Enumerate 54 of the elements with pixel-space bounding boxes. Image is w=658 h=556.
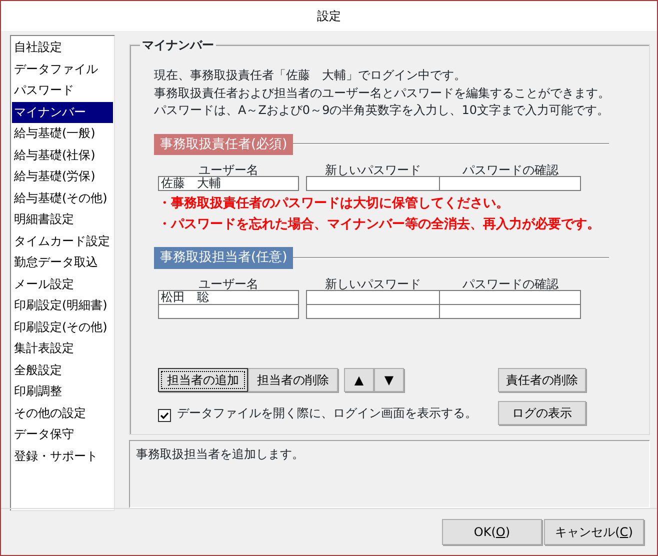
username-field[interactable] <box>158 304 299 318</box>
sidebar-item[interactable]: データファイル <box>12 58 113 80</box>
sidebar-item[interactable]: 集計表設定 <box>12 338 113 360</box>
column-header: ユーザー名 <box>198 276 260 290</box>
description-text: 事務取扱責任者および担当者のユーザー名とパスワードを編集することができます。 <box>154 84 611 102</box>
sidebar-item[interactable]: 明細書設定 <box>12 209 113 230</box>
sidebar-item[interactable]: その他の設定 <box>12 402 113 424</box>
sidebar-item[interactable]: データ保守 <box>12 424 113 446</box>
sidebar-item[interactable]: 給与基礎(一般) <box>12 123 113 144</box>
move-up-button[interactable]: ▲ <box>344 368 374 392</box>
warning-text: ・パスワードを忘れた場合、マイナンバー等の全消去、再入力が必要です。 <box>158 216 601 233</box>
sidebar-item[interactable]: 印刷設定(明細書) <box>12 295 113 316</box>
description-text: パスワードは、A～Zおよび0～9の半角英数字を入力し、10文字まで入力可能です。 <box>154 102 610 119</box>
ok-button[interactable]: OK(O) <box>442 519 542 545</box>
delete-manager-button[interactable]: 責任者の削除 <box>498 368 586 392</box>
description-text: 現在、事務取扱責任者「佐藤 大輔」でログイン中です。 <box>154 67 467 84</box>
sidebar-item[interactable]: メール設定 <box>12 274 113 295</box>
password-field[interactable] <box>306 176 440 191</box>
sidebar-item[interactable]: 給与基礎(その他) <box>12 188 113 209</box>
sidebar-item[interactable]: 給与基礎(社保) <box>12 144 113 166</box>
username-field[interactable]: 松田 聡 <box>158 290 299 304</box>
checkbox-label: データファイルを開く際に、ログイン画面を表示する。 <box>177 404 477 422</box>
sidebar-item[interactable]: 全般設定 <box>12 360 113 381</box>
password-field[interactable] <box>440 304 581 318</box>
sidebar-item[interactable]: 印刷設定(その他) <box>12 316 113 338</box>
status-text: 事務取扱担当者を追加します。 <box>136 447 304 462</box>
column-header: 新しいパスワード <box>324 276 422 290</box>
password-field[interactable] <box>306 304 440 318</box>
column-header: 新しいパスワード <box>324 162 422 177</box>
window-title: 設定 <box>317 8 341 25</box>
cancel-button[interactable]: キャンセル(C) <box>544 519 644 545</box>
section-header: 事務取扱担当者(任意) <box>154 247 294 268</box>
column-header: パスワードの確認 <box>462 162 560 177</box>
sidebar-item[interactable]: 給与基礎(労保) <box>12 166 113 188</box>
delete-staff-button[interactable]: 担当者の削除 <box>248 368 338 392</box>
sidebar-item[interactable]: 印刷調整 <box>12 381 113 402</box>
password-field[interactable] <box>440 290 581 304</box>
sidebar-item[interactable]: タイムカード設定 <box>12 230 113 252</box>
sidebar-item[interactable]: パスワード <box>12 80 113 102</box>
warning-text: ・事務取扱責任者のパスワードは大切に保管してください。 <box>158 195 510 212</box>
sidebar-item[interactable]: 勤怠データ取込 <box>12 252 113 274</box>
password-field[interactable] <box>440 176 581 191</box>
add-staff-button[interactable]: 担当者の追加 <box>158 368 248 392</box>
sidebar-item[interactable]: マイナンバー <box>12 102 113 123</box>
sidebar-item[interactable]: 自社設定 <box>12 37 113 58</box>
move-down-button[interactable]: ▼ <box>374 368 404 392</box>
section-header: 事務取扱責任者(必須) <box>154 134 294 155</box>
username-field[interactable]: 佐藤 大輔 <box>158 176 299 191</box>
checkbox[interactable] <box>158 406 171 419</box>
column-header: パスワードの確認 <box>462 276 560 290</box>
column-header: ユーザー名 <box>198 162 260 177</box>
show-log-button[interactable]: ログの表示 <box>498 400 586 424</box>
password-field[interactable] <box>306 290 440 304</box>
sidebar-item[interactable]: 登録・サポート <box>12 446 113 467</box>
